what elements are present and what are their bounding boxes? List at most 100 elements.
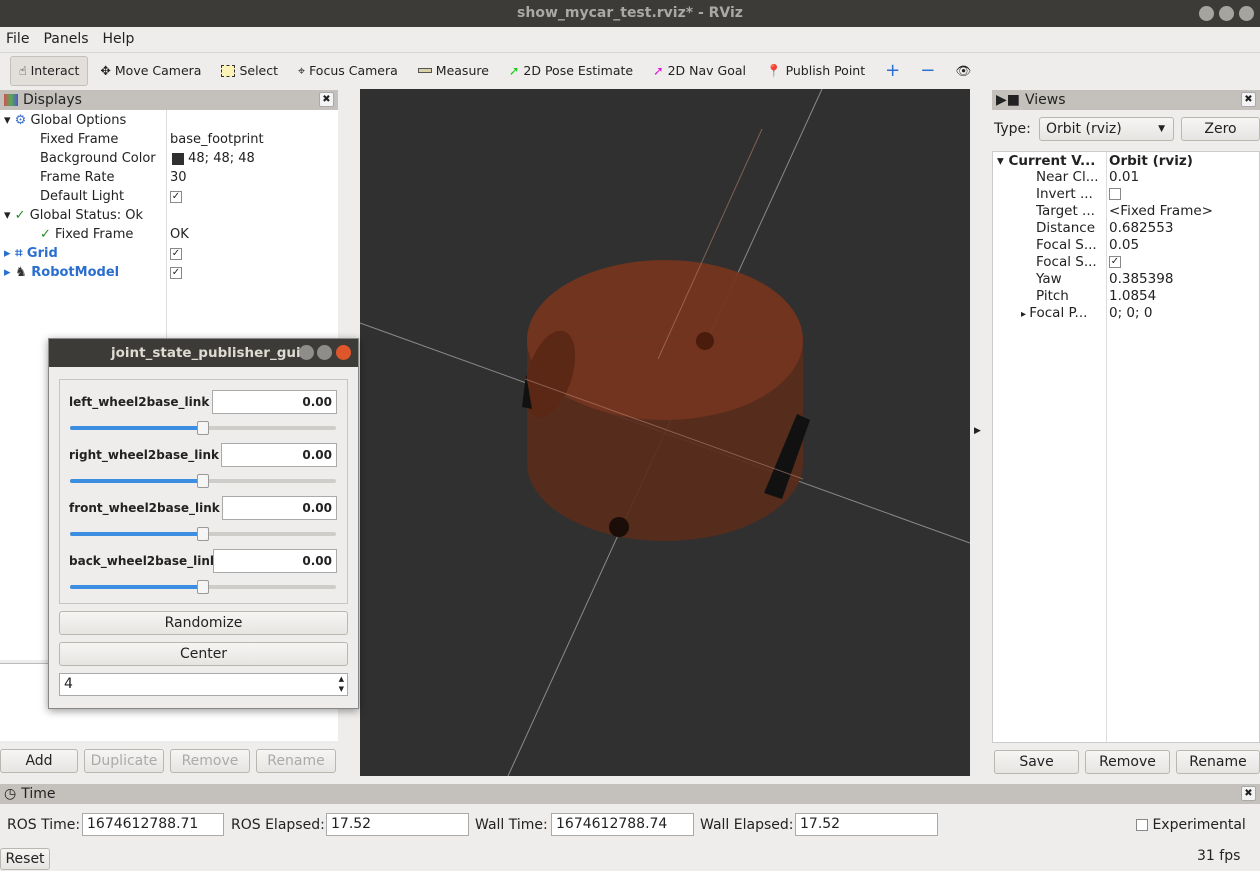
ros-time-field[interactable]: 1674612788.71	[82, 813, 224, 836]
view-prop-value[interactable]: 0; 0; 0	[1109, 305, 1152, 322]
view-prop-label: Invert ...	[1036, 186, 1093, 203]
duplicate-button[interactable]: Duplicate	[84, 749, 164, 773]
add-button[interactable]: Add	[0, 749, 78, 773]
close-icon[interactable]: ✖	[319, 92, 334, 107]
default-light-checkbox[interactable]: ✓	[170, 187, 182, 206]
joint-slider[interactable]	[70, 527, 336, 541]
displays-header: Displays ✖	[0, 90, 338, 110]
magenta-arrow-icon: ➚	[653, 63, 664, 78]
menu-file[interactable]: File	[6, 28, 29, 50]
remove-tool-button[interactable]: −	[912, 56, 943, 86]
interact-tool[interactable]: ☝ Interact	[10, 55, 89, 86]
randomize-button[interactable]: Randomize	[59, 611, 348, 635]
remove-button[interactable]: Remove	[170, 749, 250, 773]
remove-view-button[interactable]: Remove	[1085, 750, 1170, 774]
background-color-value[interactable]: 48; 48; 48	[172, 149, 255, 168]
focus-camera-tool[interactable]: ⌖ Focus Camera	[290, 56, 406, 86]
title-bar: show_mycar_test.rviz* - RViz	[0, 0, 1260, 27]
measure-tool[interactable]: Measure	[410, 56, 497, 86]
prop-value: <Fixed Frame>	[1109, 203, 1213, 219]
robotmodel-item[interactable]: ▸ ♞ RobotModel	[4, 263, 119, 282]
plus-icon: +	[885, 60, 901, 81]
wall-time-field[interactable]: 1674612788.74	[551, 813, 694, 836]
reset-button[interactable]: Reset	[0, 848, 50, 870]
global-status-item[interactable]: ▾ ✓ Global Status: Ok	[4, 206, 143, 225]
publish-point-tool[interactable]: 📍 Publish Point	[758, 56, 873, 86]
save-button[interactable]: Save	[994, 750, 1079, 774]
joint-label: back_wheel2base_link	[69, 554, 218, 568]
rename-button[interactable]: Rename	[256, 749, 336, 773]
expand-icon[interactable]: ▸	[1021, 309, 1029, 320]
maximize-button[interactable]	[317, 345, 332, 360]
frame-rate-value[interactable]: 30	[170, 168, 187, 187]
tool-label: Move Camera	[114, 63, 202, 78]
views-tree: ▾ Current V... Orbit (rviz) Near Cl... 0.…	[992, 151, 1260, 743]
item-label: Fixed Frame	[55, 227, 134, 242]
joint-value-field[interactable]: 0.00	[221, 443, 337, 467]
close-button[interactable]	[1239, 6, 1254, 21]
prop-key: Pitch	[1036, 288, 1069, 304]
select-icon	[221, 64, 236, 77]
rename-view-button[interactable]: Rename	[1176, 750, 1260, 774]
prop-key: Focal S...	[1036, 237, 1097, 253]
view-prop-value[interactable]: 0.05	[1109, 237, 1139, 254]
move-camera-tool[interactable]: ✥ Move Camera	[92, 56, 209, 86]
joint-slider[interactable]	[70, 580, 336, 594]
joint-value-field[interactable]: 0.00	[213, 549, 337, 573]
tool-label: Focus Camera	[309, 63, 398, 78]
wall-time-label: Wall Time:	[475, 817, 548, 833]
grid-item[interactable]: ▸ ⌗ Grid	[4, 244, 58, 263]
minimize-button[interactable]	[1199, 6, 1214, 21]
value-text: 48; 48; 48	[188, 151, 255, 166]
experimental-checkbox[interactable]: Experimental	[1136, 814, 1246, 837]
wall-elapsed-field[interactable]: 17.52	[795, 813, 938, 836]
view-prop-value[interactable]: ✓	[1109, 254, 1121, 271]
prop-value: 0.682553	[1109, 220, 1174, 236]
ros-elapsed-field[interactable]: 17.52	[326, 813, 469, 836]
close-button[interactable]	[336, 345, 351, 360]
add-tool-button[interactable]: +	[877, 56, 908, 86]
joints-group: left_wheel2base_link 0.00 right_wheel2ba…	[59, 379, 348, 604]
spin-arrows-icon[interactable]: ▲ ▼	[339, 674, 344, 694]
minimize-button[interactable]	[299, 345, 314, 360]
view-prop-value[interactable]: 0.385398	[1109, 271, 1173, 288]
robotmodel-checkbox[interactable]: ✓	[170, 263, 182, 282]
menu-help[interactable]: Help	[103, 28, 135, 50]
count-spinbox[interactable]: 4 ▲ ▼	[59, 673, 348, 696]
maximize-button[interactable]	[1219, 6, 1234, 21]
joint-value-field[interactable]: 0.00	[212, 390, 337, 414]
pose-estimate-tool[interactable]: ➚ 2D Pose Estimate	[501, 56, 641, 86]
view-menu-button[interactable]: 👁	[947, 56, 979, 86]
prop-key: Near Cl...	[1036, 169, 1099, 185]
grid-checkbox[interactable]: ✓	[170, 244, 182, 263]
view-prop-value[interactable]: 0.682553	[1109, 220, 1173, 237]
time-panel: ◷ Time ✖ ROS Time: 1674612788.71 ROS Elaps…	[0, 784, 1260, 871]
view-prop-label: Near Cl...	[1036, 169, 1099, 186]
gear-icon: ⚙	[14, 113, 27, 128]
joint-slider[interactable]	[70, 474, 336, 488]
view-prop-value[interactable]: 0.01	[1109, 169, 1139, 186]
center-button[interactable]: Center	[59, 642, 348, 666]
menu-panels[interactable]: Panels	[43, 28, 88, 50]
joint-slider[interactable]	[70, 421, 336, 435]
background-color-label: Background Color	[40, 151, 156, 166]
global-options-item[interactable]: ▾ ⚙ Global Options	[4, 111, 126, 130]
prop-value: 0.05	[1109, 237, 1140, 253]
joint-value-field[interactable]: 0.00	[222, 496, 337, 520]
close-icon[interactable]: ✖	[1241, 92, 1256, 107]
collapse-right-icon[interactable]: ▶	[974, 426, 981, 436]
zero-button[interactable]: Zero	[1181, 117, 1260, 141]
view-prop-value[interactable]	[1109, 186, 1121, 203]
view-prop-label: Focal S...	[1036, 237, 1097, 254]
view-prop-value[interactable]: <Fixed Frame>	[1109, 203, 1213, 220]
view-type-select[interactable]: Orbit (rviz) ▼	[1039, 117, 1174, 141]
check-icon: ✓	[40, 227, 51, 242]
close-icon[interactable]: ✖	[1241, 786, 1256, 801]
fixed-frame-value[interactable]: base_footprint	[170, 130, 264, 149]
nav-goal-tool[interactable]: ➚ 2D Nav Goal	[645, 56, 754, 86]
checkbox	[1136, 819, 1148, 831]
prop-key: Focal S...	[1036, 254, 1097, 270]
view-prop-value[interactable]: 1.0854	[1109, 288, 1156, 305]
select-tool[interactable]: Select	[213, 56, 286, 86]
3d-viewport[interactable]	[360, 89, 970, 776]
